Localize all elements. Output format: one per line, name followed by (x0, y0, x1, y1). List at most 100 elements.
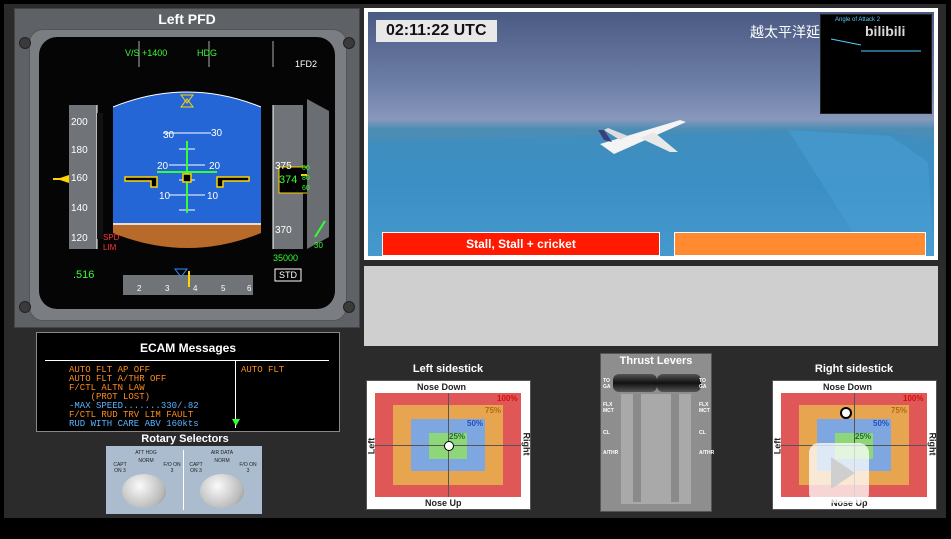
external-view: 02:11:22 UTC 越太平洋延程飛行 Angle of Attack 2 … (364, 8, 938, 260)
pct-50: 50% (467, 419, 484, 428)
play-button[interactable] (809, 443, 869, 503)
mach-readout: .516 (73, 269, 95, 281)
pitch-label: 10 (207, 191, 219, 202)
nose-down-label: Nose Down (417, 382, 467, 392)
sky-view: 02:11:22 UTC 越太平洋延程飛行 Angle of Attack 2 … (368, 12, 934, 256)
rotary-label: CAPT ON 3 (113, 462, 127, 474)
detent-label: FLX MCT (699, 402, 710, 414)
pct-75: 75% (891, 406, 908, 415)
rotary-label: NORM (214, 458, 230, 464)
right-sidestick-title: Right sidestick (814, 363, 894, 375)
altitude-label: 375 (275, 161, 292, 172)
pfd-title: Left PFD (158, 11, 216, 27)
utc-clock: 02:11:22 UTC (376, 20, 497, 42)
pitch-label: 30 (211, 128, 223, 139)
speed-tick: 180 (71, 145, 88, 156)
thrust-title: Thrust Levers (619, 355, 693, 367)
rotary-label: AIR DATA (210, 450, 234, 456)
ecam-status: AUTO FLT (241, 365, 285, 375)
pfd-screen: V/S +1400 HDG 1FD2 200 180 160 140 120 S… (39, 37, 335, 309)
altitude-target: 35000 (273, 253, 299, 263)
air-data-knob[interactable] (200, 474, 244, 508)
arrow-down-icon (232, 419, 240, 426)
divider (45, 360, 329, 361)
pct-75: 75% (485, 406, 502, 415)
speed-tick: 120 (71, 233, 88, 244)
altitude-readout: 374 (279, 174, 298, 186)
rotary-label: F/O ON 3 (163, 462, 181, 474)
vs-readout: 30 (314, 241, 323, 250)
stick-position-marker (444, 441, 454, 451)
screw-icon (19, 301, 31, 313)
play-icon (831, 457, 855, 489)
pct-50: 50% (873, 419, 890, 428)
heading-tick: 3 (165, 284, 170, 293)
lever-quadrant (621, 394, 691, 504)
thrust-panel: Thrust Levers TO GA FLX MCT CL A/THR TO … (600, 353, 715, 512)
left-label: Left (366, 437, 377, 455)
altitude-drum: 80 (302, 175, 310, 182)
baro-setting: STD (279, 270, 297, 280)
fma-vs: V/S +1400 (125, 48, 168, 58)
pitch-label: 20 (157, 161, 169, 172)
ecam-title: ECAM Messages (139, 341, 237, 355)
nose-up-label: Nose Up (425, 498, 462, 508)
right-sidestick-panel: Nose Down Nose Up Left Right 100% 75% 50… (772, 380, 938, 510)
left-sidestick-title: Left sidestick (412, 363, 484, 375)
detent-label: FLX MCT (603, 402, 614, 414)
stall-warning: Stall, Stall + cricket (382, 232, 660, 256)
rotary-label: CAPT ON 3 (189, 462, 203, 474)
rotary-label: NORM (138, 458, 154, 464)
aoa-plot (830, 38, 921, 52)
screw-icon (19, 37, 31, 49)
ecam-panel: ECAM Messages AUTO FLT AP OFF AUTO FLT A… (36, 332, 340, 432)
pitch-label: 20 (209, 161, 221, 172)
screw-icon (343, 301, 355, 313)
heading-tick: 4 (193, 284, 198, 293)
spd-lim-label: SPD (103, 233, 120, 242)
pitch-label: 10 (159, 191, 171, 202)
detent-label: A/THR (603, 450, 619, 456)
left-label: Left (772, 437, 783, 455)
detent-label: TO GA (603, 378, 611, 390)
lever-slot (633, 394, 641, 502)
speed-tick: 160 (71, 173, 88, 184)
blank-panel (364, 266, 938, 346)
heading-tick: 6 (247, 284, 252, 293)
rotary-title: Rotary Selectors (141, 433, 229, 445)
caution-bar (674, 232, 926, 256)
nose-down-label: Nose Down (823, 382, 873, 392)
stick-position-marker (840, 407, 852, 419)
fma-fd: 1FD2 (295, 59, 318, 69)
speed-tick: 140 (71, 203, 88, 214)
pct-100: 100% (497, 394, 518, 403)
fma-hdg: HDG (197, 48, 217, 58)
pct-25: 25% (449, 432, 466, 441)
pct-25: 25% (855, 432, 872, 441)
detent-label: A/THR (699, 450, 715, 456)
heading-tick: 2 (137, 284, 142, 293)
left-sidestick-panel: Nose Down Nose Up Left Right 100% 75% 50… (366, 380, 532, 510)
right-label: Right (927, 432, 938, 456)
lever-slot (671, 394, 679, 502)
altitude-drum: 00 (302, 165, 310, 172)
screw-icon (343, 37, 355, 49)
divider (183, 450, 184, 510)
spd-lim-label: LIM (103, 243, 117, 252)
pct-100: 100% (903, 394, 924, 403)
detent-label: CL (603, 430, 610, 436)
speed-tick: 200 (71, 117, 88, 128)
detent-label: CL (699, 430, 706, 436)
ecam-message: RUD WITH CARE ABV 160kts (69, 419, 199, 429)
aoa-inset: Angle of Attack 2 bilibili (820, 14, 932, 114)
att-hdg-knob[interactable] (122, 474, 166, 508)
rotary-label: F/O ON 3 (239, 462, 257, 474)
altitude-drum: 60 (302, 185, 310, 192)
pitch-label: 30 (163, 130, 175, 141)
thrust-lever-right[interactable] (657, 374, 701, 392)
detent-label: TO GA (699, 378, 707, 390)
thrust-lever-left[interactable] (613, 374, 657, 392)
rotary-label: ATT HDG (135, 450, 157, 456)
altitude-label: 370 (275, 225, 292, 236)
heading-tick: 5 (221, 284, 226, 293)
